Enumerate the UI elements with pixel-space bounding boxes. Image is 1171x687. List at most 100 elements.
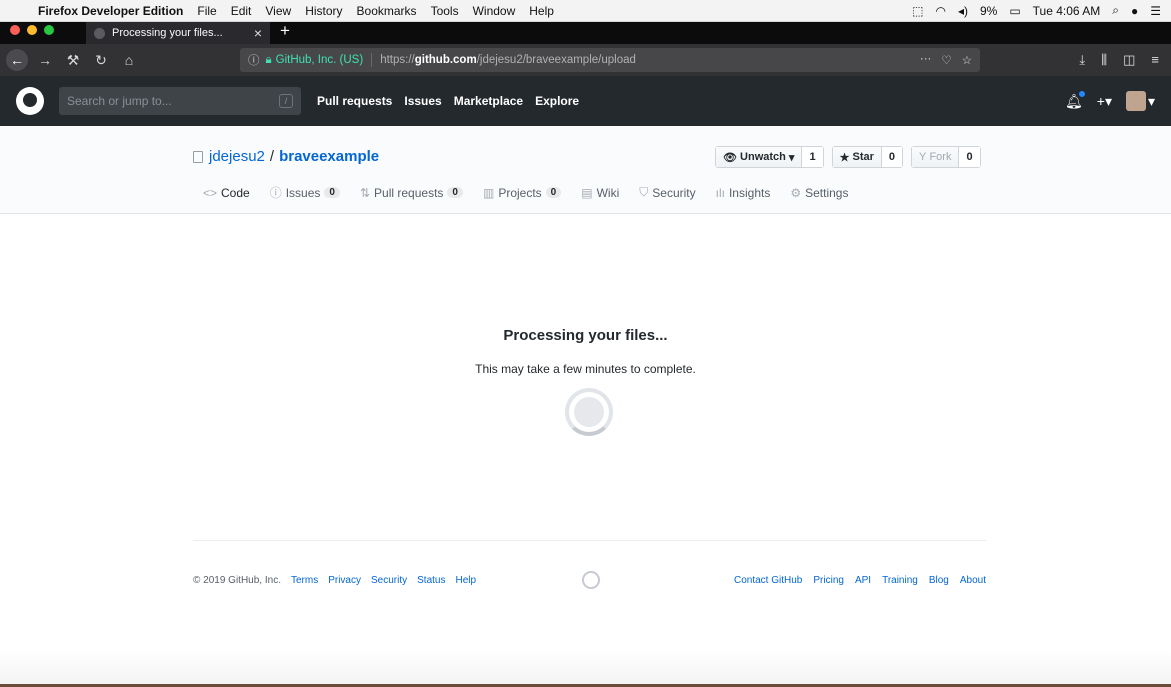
- lock-icon[interactable]: 🔒︎: [266, 54, 272, 67]
- forward-button[interactable]: →: [34, 49, 56, 71]
- tab-insights[interactable]: ılı Insights: [716, 184, 771, 201]
- pull-request-icon: ⇅: [359, 185, 371, 200]
- book-icon: ▤: [581, 185, 593, 200]
- zoom-window-button[interactable]: [44, 25, 54, 35]
- window-bottom-shadow: [0, 651, 1171, 687]
- close-tab-icon[interactable]: ×: [254, 25, 262, 41]
- tab-security[interactable]: ⛉ Security: [639, 184, 695, 201]
- browser-tab[interactable]: Processing your files... ×: [86, 22, 270, 44]
- user-menu[interactable]: ▾: [1125, 91, 1155, 111]
- close-window-button[interactable]: [10, 25, 20, 35]
- battery-icon[interactable]: ▭: [1009, 4, 1020, 18]
- search-input[interactable]: Search or jump to... /: [59, 87, 301, 115]
- notifications-bell-icon[interactable]: 🔔︎: [1065, 89, 1086, 110]
- site-identity[interactable]: GitHub, Inc. (US): [276, 54, 364, 66]
- volume-icon[interactable]: ◂): [958, 4, 968, 18]
- create-new-dropdown[interactable]: +▾: [1097, 93, 1112, 110]
- repo-title: jdejesu2 / braveexample: [193, 148, 379, 165]
- repo-name-link[interactable]: braveexample: [279, 148, 379, 165]
- forks-count[interactable]: 0: [958, 147, 980, 167]
- fork-label: Fork: [929, 151, 952, 163]
- window-controls: [0, 22, 66, 44]
- reload-button[interactable]: ↻: [90, 49, 112, 71]
- wrench-icon[interactable]: ⚒: [62, 49, 84, 71]
- page-actions-icon[interactable]: ···: [920, 53, 932, 67]
- repo-nav: <> Code ⓘ Issues 0 ⇅ Pull requests 0 ▥ Project…: [203, 184, 848, 201]
- url-host: github.com: [414, 54, 477, 66]
- footer-link-privacy[interactable]: Privacy: [328, 575, 361, 586]
- fork-button[interactable]: Y Fork: [912, 147, 959, 167]
- screen-icon[interactable]: ⬚: [912, 4, 923, 18]
- minimize-window-button[interactable]: [27, 25, 37, 35]
- tab-pull-requests-label: Pull requests: [374, 185, 444, 200]
- repo-owner-link[interactable]: jdejesu2: [209, 148, 265, 165]
- footer-link-security[interactable]: Security: [371, 575, 407, 586]
- url-path: /jdejesu2/braveexample/upload: [476, 54, 636, 66]
- clock[interactable]: Tue 4:06 AM: [1033, 4, 1101, 18]
- menu-view[interactable]: View: [265, 4, 291, 18]
- repo-header: jdejesu2 / braveexample 👁︎ Unwatch ▾ 1 ★…: [0, 126, 1171, 214]
- footer-github-logo-icon[interactable]: [582, 571, 600, 589]
- menu-tools[interactable]: Tools: [431, 4, 459, 18]
- pocket-icon[interactable]: ♡: [941, 53, 951, 67]
- url-bar[interactable]: ⓘ 🔒︎ GitHub, Inc. (US) https://github.co…: [240, 48, 980, 72]
- issue-icon: ⓘ: [269, 186, 282, 200]
- bookmark-star-icon[interactable]: ☆: [962, 53, 972, 67]
- star-button[interactable]: ★ Star: [832, 147, 881, 167]
- back-button[interactable]: ←: [6, 49, 28, 71]
- footer-link-blog[interactable]: Blog: [929, 575, 949, 586]
- footer-link-help[interactable]: Help: [455, 575, 476, 586]
- nav-pull-requests[interactable]: Pull requests: [317, 94, 392, 108]
- footer-link-api[interactable]: API: [855, 575, 871, 586]
- footer-link-contact[interactable]: Contact GitHub: [734, 575, 802, 586]
- wifi-icon[interactable]: ◠: [935, 4, 945, 18]
- tab-strip: Processing your files... × +: [0, 20, 1171, 44]
- graph-icon: ılı: [715, 185, 725, 200]
- footer-link-about[interactable]: About: [960, 575, 986, 586]
- github-logo-icon[interactable]: [16, 87, 44, 115]
- footer: © 2019 GitHub, Inc. Terms Privacy Securi…: [193, 540, 986, 600]
- footer-link-terms[interactable]: Terms: [291, 575, 318, 586]
- footer-link-pricing[interactable]: Pricing: [813, 575, 844, 586]
- menu-bookmarks[interactable]: Bookmarks: [357, 4, 417, 18]
- new-tab-button[interactable]: +: [270, 20, 300, 44]
- tab-settings-label: Settings: [805, 185, 849, 200]
- battery-percent[interactable]: 9%: [980, 4, 997, 18]
- menu-file[interactable]: File: [197, 4, 216, 18]
- url-text[interactable]: https://github.com/jdejesu2/braveexample…: [380, 54, 636, 66]
- menu-window[interactable]: Window: [473, 4, 516, 18]
- menu-edit[interactable]: Edit: [231, 4, 252, 18]
- menu-icon[interactable]: ≡: [1151, 52, 1159, 68]
- tab-issues[interactable]: ⓘ Issues 0: [270, 184, 340, 201]
- tab-code[interactable]: <> Code: [203, 184, 250, 201]
- menu-history[interactable]: History: [305, 4, 342, 18]
- spotlight-icon[interactable]: ⌕: [1112, 3, 1119, 18]
- home-button[interactable]: ⌂: [118, 49, 140, 71]
- star-icon: ★: [839, 151, 850, 164]
- eye-icon: 👁︎: [723, 151, 737, 164]
- siri-icon[interactable]: ●: [1131, 4, 1138, 18]
- tab-pull-requests[interactable]: ⇅ Pull requests 0: [360, 184, 463, 201]
- tab-wiki[interactable]: ▤ Wiki: [581, 184, 619, 201]
- sidebar-icon[interactable]: ◫: [1123, 52, 1135, 68]
- stargazers-count[interactable]: 0: [880, 147, 903, 167]
- code-icon: <>: [203, 185, 218, 200]
- search-placeholder: Search or jump to...: [67, 94, 172, 108]
- unwatch-button[interactable]: 👁︎ Unwatch ▾: [716, 147, 802, 167]
- nav-issues[interactable]: Issues: [404, 94, 441, 108]
- menu-app-name[interactable]: Firefox Developer Edition: [38, 4, 183, 18]
- unread-indicator: [1077, 89, 1086, 98]
- notification-center-icon[interactable]: ☰: [1150, 4, 1161, 18]
- info-icon[interactable]: ⓘ: [248, 52, 260, 68]
- footer-link-training[interactable]: Training: [882, 575, 918, 586]
- library-icon[interactable]: ⫼: [1101, 52, 1107, 68]
- footer-link-status[interactable]: Status: [417, 575, 445, 586]
- nav-explore[interactable]: Explore: [535, 94, 579, 108]
- watchers-count[interactable]: 1: [801, 147, 823, 167]
- tab-projects[interactable]: ▥ Projects 0: [483, 184, 562, 201]
- projects-counter: 0: [545, 187, 562, 198]
- nav-marketplace[interactable]: Marketplace: [454, 94, 523, 108]
- downloads-icon[interactable]: ⤓: [1079, 52, 1085, 68]
- tab-settings[interactable]: ⚙ Settings: [790, 184, 848, 201]
- menu-help[interactable]: Help: [529, 4, 554, 18]
